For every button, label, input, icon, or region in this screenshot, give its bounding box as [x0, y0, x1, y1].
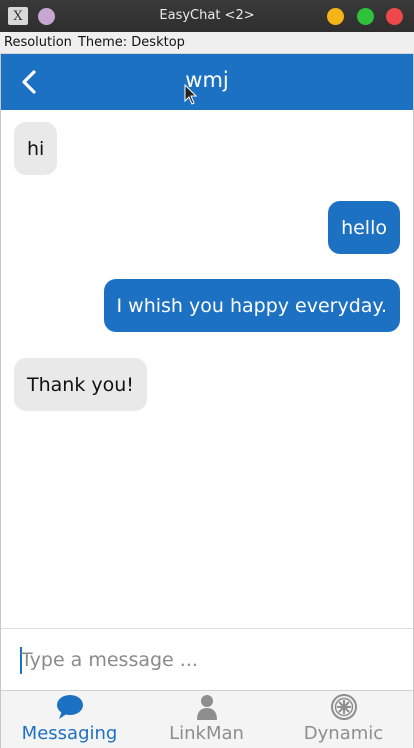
chat-header: wmj: [1, 54, 413, 110]
menu-item-theme[interactable]: Theme: Desktop: [78, 35, 185, 50]
tab-messaging[interactable]: Messaging: [1, 691, 138, 748]
tab-label: Dynamic: [303, 723, 384, 744]
window-titlebar: X EasyChat <2>: [0, 0, 414, 32]
app-frame: wmj hi hello I whish you happy everyday.…: [0, 54, 414, 748]
message-bubble-incoming: Thank you!: [14, 358, 147, 411]
maximize-button[interactable]: [357, 8, 374, 25]
message-input[interactable]: [21, 643, 391, 677]
emblem-icon: [330, 694, 357, 720]
tab-linkman[interactable]: LinkMan: [138, 691, 275, 748]
message-input-area: [1, 628, 413, 690]
chat-bubble-icon: [56, 695, 83, 719]
message-bubble-outgoing: hello: [328, 201, 400, 254]
chat-title: wmj: [185, 68, 229, 92]
tab-label: Messaging: [21, 723, 118, 744]
tab-dynamic[interactable]: Dynamic: [275, 691, 412, 748]
minimize-button[interactable]: [327, 8, 344, 25]
message-bubble-outgoing: I whish you happy everyday.: [103, 279, 400, 332]
tab-bar: Messaging LinkMan Dynamic: [1, 690, 413, 748]
menu-bar: Resolution Theme: Desktop: [0, 32, 414, 54]
window-title: EasyChat <2>: [159, 8, 255, 23]
person-icon: [196, 695, 217, 720]
close-button[interactable]: [386, 8, 403, 25]
message-bubble-incoming: hi: [14, 122, 58, 175]
message-list[interactable]: hi hello I whish you happy everyday. Tha…: [1, 110, 413, 628]
mouse-cursor-icon: [184, 84, 198, 105]
menu-item-resolution[interactable]: Resolution: [4, 35, 72, 50]
tab-label: LinkMan: [169, 723, 244, 744]
